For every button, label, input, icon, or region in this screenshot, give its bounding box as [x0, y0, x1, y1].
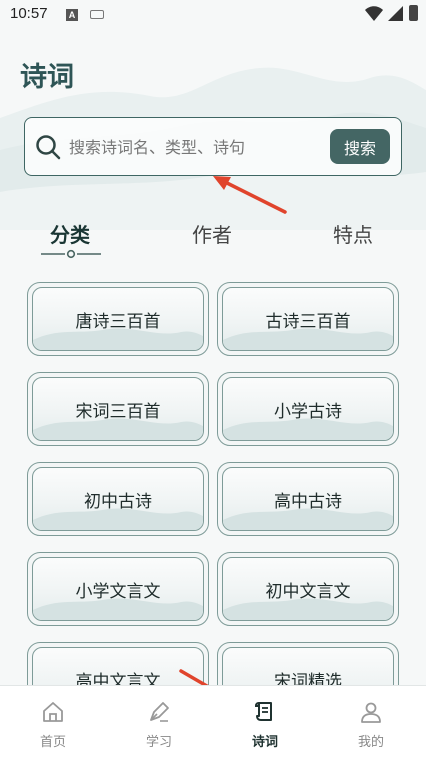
search-input[interactable] — [69, 134, 319, 160]
tab-active-indicator — [41, 249, 101, 259]
nav-label: 诗词 — [251, 735, 278, 750]
wifi-icon — [365, 6, 383, 21]
search-icon — [36, 135, 61, 160]
nav-label: 我的 — [357, 735, 384, 750]
category-label: 古诗三百首 — [265, 311, 351, 332]
category-label: 唐诗三百首 — [75, 311, 161, 332]
category-label: 小学古诗 — [274, 401, 342, 422]
category-label: 高中古诗 — [274, 491, 342, 512]
annotation-arrow-search — [213, 176, 287, 214]
bottom-nav: 首页 学习 诗词 我的 — [0, 685, 426, 759]
category-card-gushi-300[interactable]: 古诗三百首 — [217, 282, 399, 356]
home-icon — [43, 702, 63, 722]
signal-icon — [388, 6, 403, 21]
person-icon — [361, 702, 381, 723]
category-label: 初中古诗 — [84, 491, 152, 512]
pen-icon — [150, 702, 169, 722]
scroll-icon — [254, 702, 272, 721]
tab-author[interactable]: 作者 — [192, 219, 232, 248]
status-bar: 10:57 A — [0, 0, 426, 30]
nav-label: 首页 — [39, 735, 66, 750]
category-card-primary-poems[interactable]: 小学古诗 — [217, 372, 399, 446]
category-card-tang-300[interactable]: 唐诗三百首 — [27, 282, 209, 356]
battery-icon — [409, 5, 418, 21]
tab-feature[interactable]: 特点 — [333, 219, 373, 248]
nav-poems[interactable]: 诗词 — [212, 686, 318, 759]
keyboard-icon — [90, 10, 104, 19]
category-card-songci-300[interactable]: 宋词三百首 — [27, 372, 209, 446]
category-card-primary-classical[interactable]: 小学文言文 — [27, 552, 209, 626]
category-card-junior-poems[interactable]: 初中古诗 — [27, 462, 209, 536]
search-button[interactable]: 搜索 — [330, 129, 390, 164]
status-time: 10:57 — [10, 5, 48, 22]
category-label: 宋词三百首 — [75, 401, 161, 422]
nav-home[interactable]: 首页 — [0, 686, 106, 759]
nav-label: 学习 — [145, 735, 172, 750]
nav-mine[interactable]: 我的 — [318, 686, 424, 759]
category-label: 初中文言文 — [265, 581, 351, 602]
nav-study[interactable]: 学习 — [106, 686, 212, 759]
category-label: 小学文言文 — [75, 581, 161, 602]
page-title: 诗词 — [20, 62, 74, 93]
category-card-senior-poems[interactable]: 高中古诗 — [217, 462, 399, 536]
category-card-junior-classical[interactable]: 初中文言文 — [217, 552, 399, 626]
notification-a-icon: A — [66, 9, 78, 21]
tab-category[interactable]: 分类 — [50, 219, 90, 248]
